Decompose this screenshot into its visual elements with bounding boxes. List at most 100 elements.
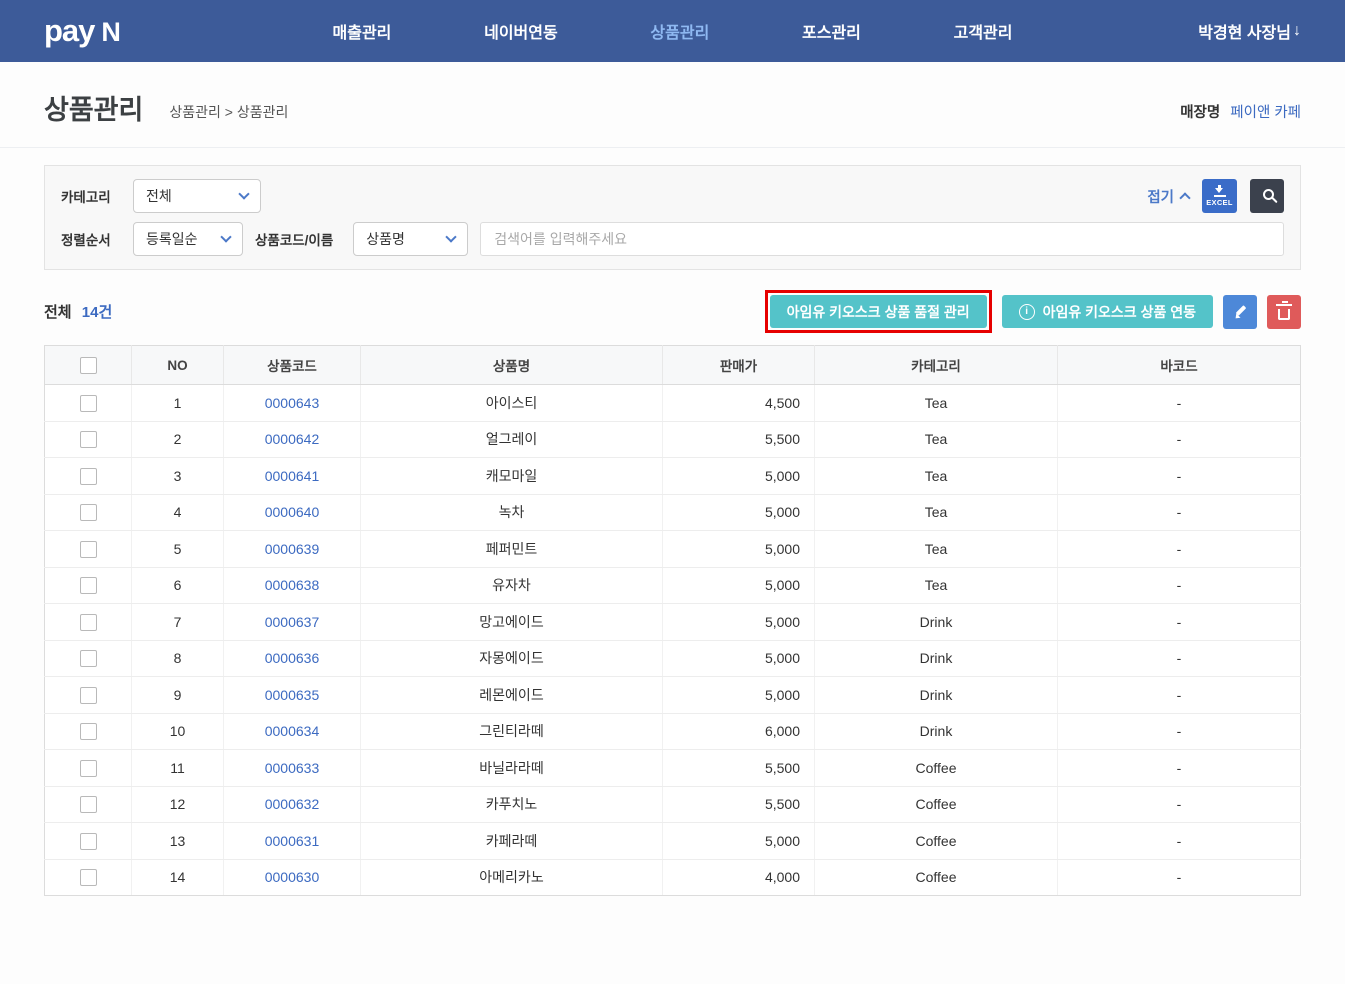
search-input[interactable] <box>480 222 1284 256</box>
product-name: 페퍼민트 <box>360 530 663 568</box>
row-checkbox[interactable] <box>79 540 97 558</box>
toolbar-buttons: 아임유 키오스크 상품 품절 관리 아임유 키오스크 상품 연동 <box>764 290 1301 333</box>
nav-item[interactable]: 네이버연동 <box>484 19 558 43</box>
row-checkbox[interactable] <box>79 467 97 485</box>
row-number: 13 <box>131 822 224 860</box>
store-label: 매장명 <box>1180 105 1221 121</box>
nav-item[interactable]: 포스관리 <box>802 19 861 43</box>
product-code-link[interactable]: 0000643 <box>265 395 320 411</box>
product-category: Tea <box>814 384 1058 422</box>
store-name-link[interactable]: 페이앤 카페 <box>1230 105 1301 121</box>
product-name: 바닐라라떼 <box>360 749 663 787</box>
row-checkbox[interactable] <box>79 869 97 887</box>
row-number: 12 <box>131 786 224 823</box>
search-field-select[interactable]: 상품명 <box>353 222 469 256</box>
product-code-link[interactable]: 0000631 <box>265 833 320 849</box>
product-category: Drink <box>814 713 1058 750</box>
row-number: 3 <box>131 457 224 495</box>
header-no: NO <box>131 345 224 385</box>
header-category: 카테고리 <box>814 345 1058 385</box>
product-code-link[interactable]: 0000642 <box>265 431 320 447</box>
row-checkbox[interactable] <box>79 832 97 850</box>
row-number: 10 <box>131 713 224 750</box>
row-checkbox[interactable] <box>79 759 97 777</box>
table-row: 3 0000641 캐모마일 5,000 Tea - <box>44 457 1301 495</box>
page-header: 상품관리 상품관리 > 상품관리 매장명 페이앤 카페 <box>0 62 1345 148</box>
product-code-link[interactable]: 0000640 <box>265 504 320 520</box>
main-nav: 매출관리 네이버연동 상품관리 포스관리 고객관리 <box>333 19 1013 43</box>
logo-n-text: N <box>101 17 121 47</box>
row-checkbox[interactable] <box>79 504 97 522</box>
header-checkbox-cell <box>44 345 132 385</box>
logo-pay-text: pay <box>44 13 95 48</box>
product-name: 그린티라떼 <box>360 713 663 750</box>
delete-button[interactable] <box>1267 294 1301 329</box>
product-name: 레몬에이드 <box>360 676 663 714</box>
product-code-link[interactable]: 0000634 <box>265 723 320 739</box>
product-price: 5,000 <box>662 822 815 860</box>
chevron-down-icon <box>445 231 457 243</box>
product-code-link[interactable]: 0000637 <box>265 614 320 630</box>
row-number: 11 <box>131 749 224 787</box>
collapse-toggle[interactable]: 접기 <box>1147 186 1191 207</box>
kiosk-sync-button[interactable]: 아임유 키오스크 상품 연동 <box>1001 295 1213 328</box>
product-barcode: - <box>1057 457 1301 495</box>
product-category: Coffee <box>814 786 1058 823</box>
table-row: 9 0000635 레몬에이드 5,000 Drink - <box>44 676 1301 714</box>
row-checkbox[interactable] <box>79 650 97 668</box>
product-code-link[interactable]: 0000630 <box>265 869 320 885</box>
product-code-link[interactable]: 0000639 <box>265 541 320 557</box>
search-button[interactable] <box>1250 179 1284 213</box>
product-price: 5,000 <box>662 457 815 495</box>
chevron-down-icon: ↓ <box>1293 22 1301 39</box>
code-name-label: 상품코드/이름 <box>255 233 334 248</box>
product-table: NO 상품코드 상품명 판매가 카테고리 바코드 1 0000643 아이스티 4,5… <box>44 345 1301 896</box>
row-number: 2 <box>131 421 224 458</box>
filter-panel: 카테고리 전체 접기 EXCEL 정렬순서 등록일순 상품코드/이름 상품명 검… <box>44 165 1301 270</box>
product-category: Drink <box>814 603 1058 641</box>
product-category: Coffee <box>814 749 1058 787</box>
product-category: Tea <box>814 494 1058 531</box>
nav-item[interactable]: 고객관리 <box>954 19 1013 43</box>
chevron-down-icon <box>238 188 250 200</box>
product-barcode: - <box>1057 384 1301 422</box>
product-barcode: - <box>1057 676 1301 714</box>
row-checkbox[interactable] <box>79 394 97 412</box>
category-select[interactable]: 전체 <box>133 179 261 213</box>
table-row: 6 0000638 유자차 5,000 Tea - <box>44 567 1301 604</box>
row-checkbox[interactable] <box>79 431 97 449</box>
row-checkbox[interactable] <box>79 796 97 814</box>
product-code-link[interactable]: 0000641 <box>265 468 320 484</box>
sort-select[interactable]: 등록일순 <box>133 222 243 256</box>
nav-item[interactable]: 상품관리 <box>650 19 709 43</box>
product-code-link[interactable]: 0000636 <box>265 650 320 666</box>
product-category: Coffee <box>814 859 1058 896</box>
excel-label: EXCEL <box>1206 198 1233 207</box>
table-row: 7 0000637 망고에이드 5,000 Drink - <box>44 603 1301 641</box>
row-checkbox[interactable] <box>79 686 97 704</box>
user-menu[interactable]: 박경현 사장님 ↓ <box>1198 19 1301 43</box>
edit-button[interactable] <box>1223 294 1257 329</box>
kiosk-soldout-manage-button[interactable]: 아임유 키오스크 상품 품절 관리 <box>769 295 987 328</box>
product-barcode: - <box>1057 494 1301 531</box>
product-code-link[interactable]: 0000633 <box>265 760 320 776</box>
chevron-down-icon <box>220 231 232 243</box>
select-all-checkbox[interactable] <box>79 356 97 374</box>
user-name: 박경현 사장님 <box>1198 25 1291 42</box>
product-code-link[interactable]: 0000635 <box>265 687 320 703</box>
product-barcode: - <box>1057 567 1301 604</box>
app-logo[interactable]: pay N <box>44 13 121 49</box>
product-code-link[interactable]: 0000638 <box>265 577 320 593</box>
row-checkbox[interactable] <box>79 613 97 631</box>
product-name: 캐모마일 <box>360 457 663 495</box>
excel-download-button[interactable]: EXCEL <box>1202 179 1237 213</box>
product-barcode: - <box>1057 822 1301 860</box>
product-price: 5,500 <box>662 786 815 823</box>
row-checkbox[interactable] <box>79 577 97 595</box>
nav-item[interactable]: 매출관리 <box>333 19 392 43</box>
product-name: 카푸치노 <box>360 786 663 823</box>
product-code-link[interactable]: 0000632 <box>265 796 320 812</box>
product-price: 5,000 <box>662 530 815 568</box>
row-checkbox[interactable] <box>79 723 97 741</box>
product-price: 6,000 <box>662 713 815 750</box>
